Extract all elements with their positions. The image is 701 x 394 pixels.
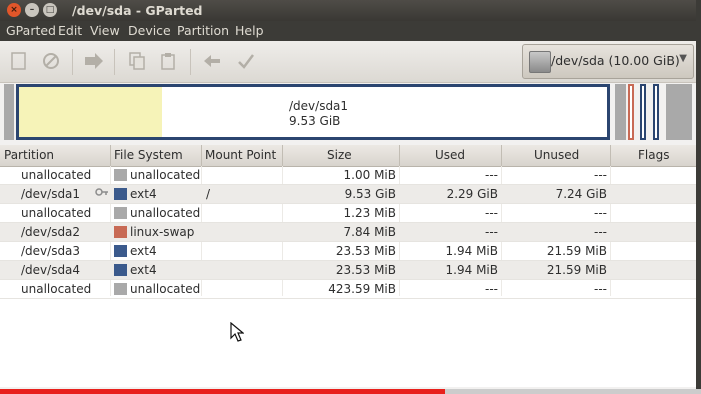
cell-size: 23.53 MiB bbox=[335, 263, 396, 277]
table-row[interactable]: /dev/sda3 ext4 23.53 MiB 1.94 MiB 21.59 … bbox=[0, 242, 696, 261]
video-progress-bar[interactable] bbox=[0, 389, 701, 394]
fs-color-swatch bbox=[114, 264, 127, 276]
cell-used: 1.94 MiB bbox=[445, 263, 498, 277]
cell-partition: /dev/sda1 bbox=[21, 187, 81, 201]
copy-icon[interactable] bbox=[126, 51, 148, 73]
cell-partition: /dev/sda3 bbox=[21, 244, 81, 258]
diskmap-partition-sda3[interactable] bbox=[640, 84, 646, 140]
col-filesystem[interactable]: File System bbox=[114, 148, 183, 162]
cell-filesystem: unallocated bbox=[130, 168, 201, 182]
diskmap-unallocated-mid[interactable] bbox=[615, 84, 626, 140]
cell-filesystem: linux-swap bbox=[130, 225, 195, 239]
window-title: /dev/sda - GParted bbox=[72, 3, 203, 18]
diskmap-used-fill bbox=[19, 87, 162, 137]
cell-filesystem: ext4 bbox=[130, 263, 157, 277]
cell-unused: --- bbox=[594, 282, 607, 296]
table-row[interactable]: unallocated unallocated 1.23 MiB --- --- bbox=[0, 204, 696, 223]
harddisk-icon bbox=[529, 51, 551, 73]
title-bar: × – □ /dev/sda - GParted bbox=[0, 0, 701, 21]
fs-color-swatch bbox=[114, 283, 127, 295]
cell-size: 9.53 GiB bbox=[344, 187, 396, 201]
resize-move-icon[interactable] bbox=[83, 51, 105, 73]
col-used[interactable]: Used bbox=[435, 148, 465, 162]
diskmap-partition-sda4[interactable] bbox=[653, 84, 659, 140]
new-partition-icon[interactable] bbox=[8, 51, 30, 73]
diskmap-unallocated-start[interactable] bbox=[4, 84, 14, 140]
col-unused[interactable]: Unused bbox=[534, 148, 579, 162]
cell-size: 1.23 MiB bbox=[343, 206, 396, 220]
undo-icon[interactable] bbox=[202, 51, 224, 73]
menu-bar: GParted Edit View Device Partition Help bbox=[0, 21, 696, 41]
col-partition[interactable]: Partition bbox=[4, 148, 54, 162]
cell-partition: /dev/sda2 bbox=[21, 225, 81, 239]
cell-partition: /dev/sda4 bbox=[21, 263, 81, 277]
fs-color-swatch bbox=[114, 169, 127, 181]
col-flags[interactable]: Flags bbox=[638, 148, 669, 162]
cell-size: 1.00 MiB bbox=[343, 168, 396, 182]
cell-unused: --- bbox=[594, 168, 607, 182]
cell-size: 7.84 MiB bbox=[343, 225, 396, 239]
cell-unused: --- bbox=[594, 206, 607, 220]
menu-view[interactable]: View bbox=[90, 23, 120, 38]
mouse-pointer-icon bbox=[230, 321, 245, 346]
table-row[interactable]: unallocated unallocated 1.00 MiB --- --- bbox=[0, 166, 696, 185]
menu-edit[interactable]: Edit bbox=[58, 23, 82, 38]
cell-filesystem: unallocated bbox=[130, 206, 201, 220]
dropdown-arrow-icon: ▼ bbox=[679, 53, 687, 64]
menu-device[interactable]: Device bbox=[128, 23, 171, 38]
device-selector[interactable]: /dev/sda (10.00 GiB) ▼ bbox=[522, 44, 694, 79]
table-header: Partition File System Mount Point Size U… bbox=[0, 145, 696, 167]
cell-used: --- bbox=[485, 225, 498, 239]
fs-color-swatch bbox=[114, 226, 127, 238]
cell-unused: --- bbox=[594, 225, 607, 239]
diskmap-partition-size: 9.53 GiB bbox=[289, 114, 341, 128]
table-row[interactable]: unallocated unallocated 423.59 MiB --- -… bbox=[0, 280, 696, 299]
table-row[interactable]: /dev/sda1 ext4 / 9.53 GiB 2.29 GiB 7.24 … bbox=[0, 185, 696, 204]
cell-used: --- bbox=[485, 168, 498, 182]
cell-used: 1.94 MiB bbox=[445, 244, 498, 258]
fs-color-swatch bbox=[114, 245, 127, 257]
cell-filesystem: ext4 bbox=[130, 244, 157, 258]
mounted-key-icon bbox=[95, 186, 109, 201]
cell-partition: unallocated bbox=[21, 168, 92, 182]
cell-size: 423.59 MiB bbox=[328, 282, 396, 296]
cell-size: 23.53 MiB bbox=[335, 244, 396, 258]
partition-table: Partition File System Mount Point Size U… bbox=[0, 145, 696, 387]
col-size[interactable]: Size bbox=[327, 148, 352, 162]
maximize-window-button[interactable]: □ bbox=[43, 3, 57, 17]
col-mountpoint[interactable]: Mount Point bbox=[205, 148, 276, 162]
paste-icon[interactable] bbox=[158, 51, 180, 73]
table-row[interactable]: /dev/sda4 ext4 23.53 MiB 1.94 MiB 21.59 … bbox=[0, 261, 696, 280]
menu-help[interactable]: Help bbox=[235, 23, 264, 38]
table-row[interactable]: /dev/sda2 linux-swap 7.84 MiB --- --- bbox=[0, 223, 696, 242]
cell-filesystem: ext4 bbox=[130, 187, 157, 201]
apply-icon[interactable] bbox=[235, 51, 257, 73]
diskmap-partition-name: /dev/sda1 bbox=[289, 99, 349, 113]
minimize-window-button[interactable]: – bbox=[25, 3, 39, 17]
device-selector-label: /dev/sda (10.00 GiB) bbox=[551, 53, 680, 68]
cell-used: --- bbox=[485, 282, 498, 296]
cell-mountpoint: / bbox=[206, 187, 211, 201]
menu-partition[interactable]: Partition bbox=[177, 23, 229, 38]
menu-gparted[interactable]: GParted bbox=[6, 23, 56, 38]
disk-map: /dev/sda1 9.53 GiB bbox=[4, 84, 692, 142]
video-progress-fill bbox=[0, 389, 446, 394]
diskmap-unallocated-end[interactable] bbox=[666, 84, 692, 140]
cell-used: 2.29 GiB bbox=[446, 187, 498, 201]
fs-color-swatch bbox=[114, 207, 127, 219]
delete-icon[interactable] bbox=[40, 51, 62, 73]
cell-unused: 21.59 MiB bbox=[546, 263, 607, 277]
cell-filesystem: unallocated bbox=[130, 282, 201, 296]
cell-unused: 7.24 GiB bbox=[555, 187, 607, 201]
diskmap-partition-sda1[interactable]: /dev/sda1 9.53 GiB bbox=[16, 84, 610, 140]
window-edge bbox=[696, 0, 701, 394]
fs-color-swatch bbox=[114, 188, 127, 200]
cell-partition: unallocated bbox=[21, 282, 92, 296]
cell-unused: 21.59 MiB bbox=[546, 244, 607, 258]
cell-used: --- bbox=[485, 206, 498, 220]
diskmap-partition-sda2[interactable] bbox=[628, 84, 634, 140]
close-window-button[interactable]: × bbox=[7, 3, 21, 17]
cell-partition: unallocated bbox=[21, 206, 92, 220]
